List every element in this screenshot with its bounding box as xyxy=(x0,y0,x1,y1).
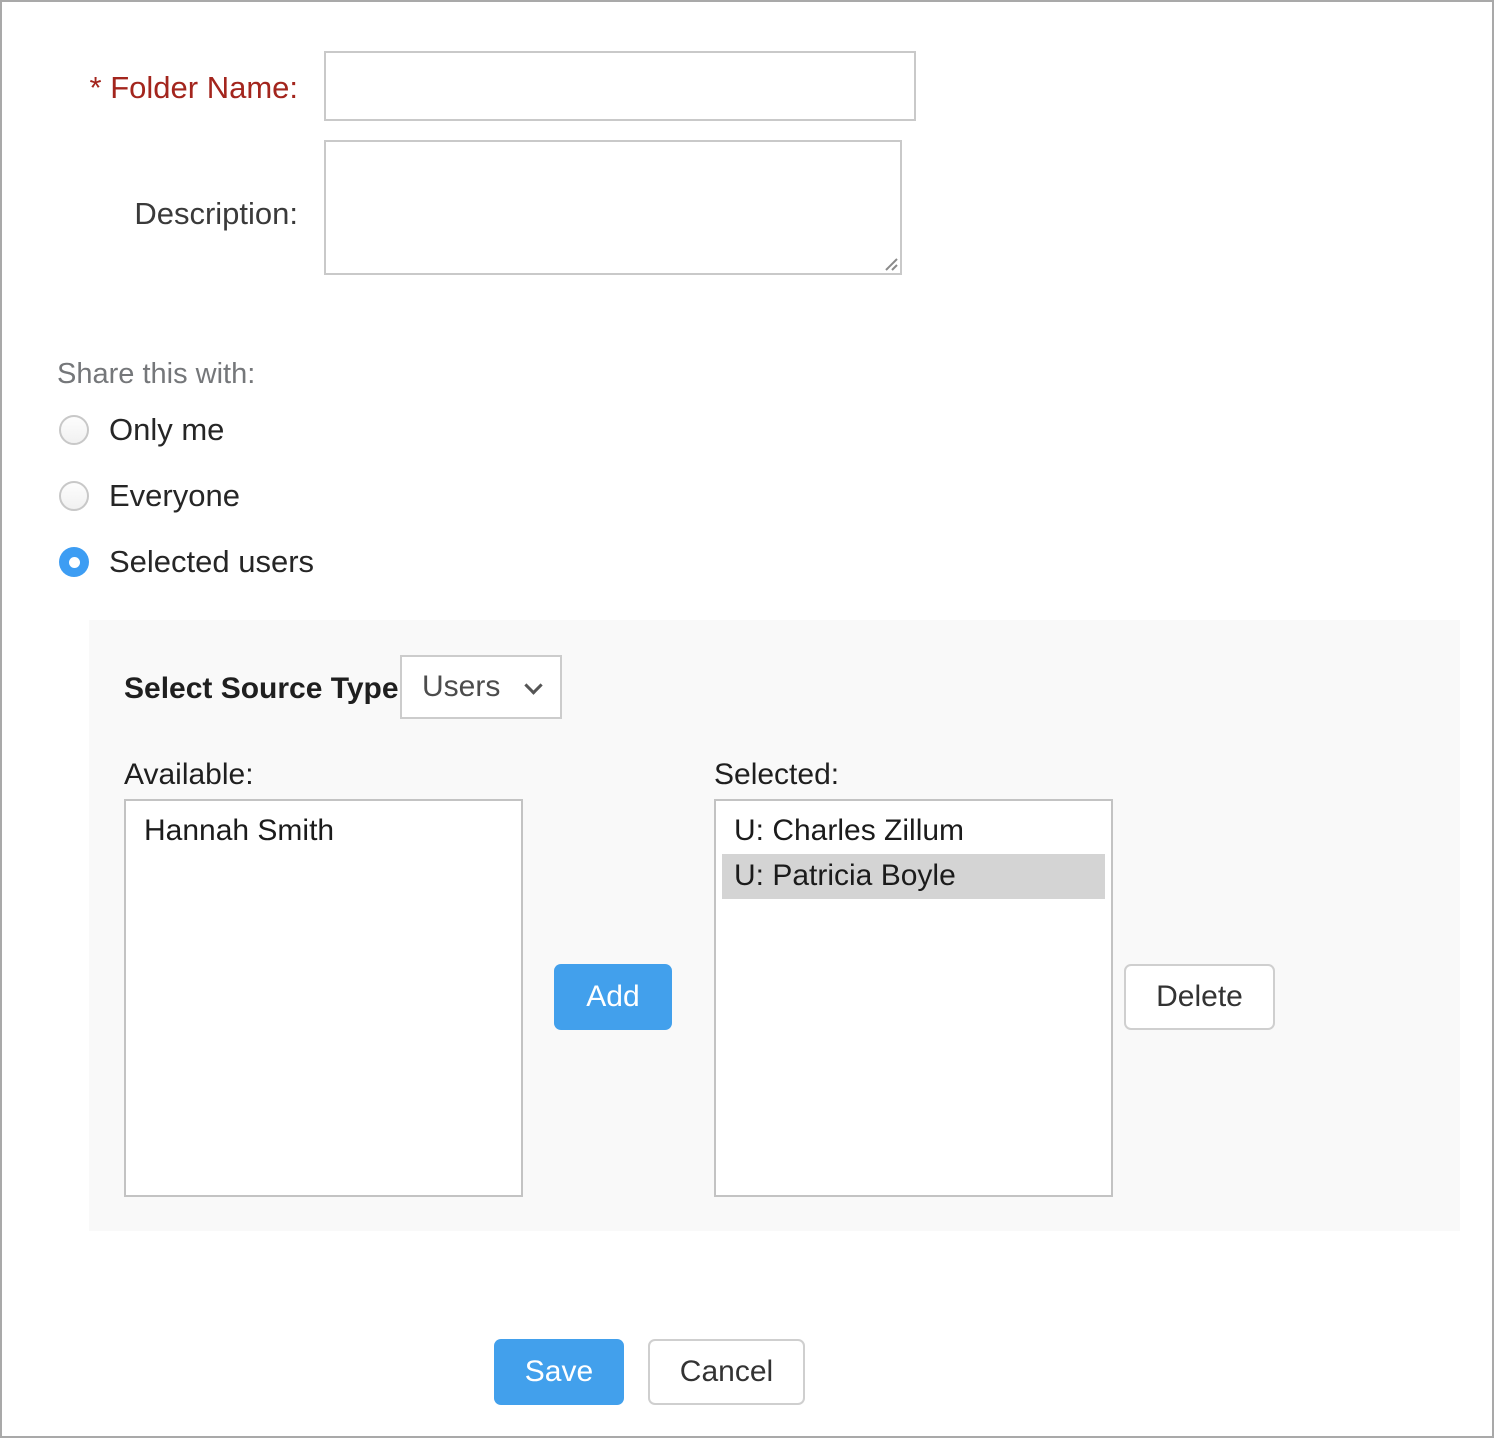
radio-option-only-me[interactable]: Only me xyxy=(59,412,225,447)
description-textarea[interactable] xyxy=(324,140,902,275)
radio-button-checked-icon[interactable] xyxy=(59,547,89,577)
source-type-dropdown[interactable]: Users xyxy=(400,655,562,719)
save-button[interactable]: Save xyxy=(494,1339,624,1405)
cancel-button[interactable]: Cancel xyxy=(648,1339,805,1405)
radio-label: Only me xyxy=(109,412,225,447)
radio-label: Everyone xyxy=(109,478,240,513)
selected-users-panel: Select Source Type: Users Available: Han… xyxy=(89,620,1460,1231)
radio-button-icon[interactable] xyxy=(59,481,89,511)
radio-option-everyone[interactable]: Everyone xyxy=(59,478,240,513)
description-field-wrap xyxy=(324,140,902,275)
list-item[interactable]: Hannah Smith xyxy=(132,809,515,854)
folder-name-label: * Folder Name: xyxy=(89,70,298,105)
folder-name-input[interactable] xyxy=(324,51,916,121)
create-folder-dialog: * Folder Name: Description: Share this w… xyxy=(0,0,1494,1438)
radio-button-icon[interactable] xyxy=(59,415,89,445)
available-users-listbox[interactable]: Hannah Smith xyxy=(124,799,523,1197)
list-item[interactable]: U: Charles Zillum xyxy=(722,809,1105,854)
list-item-highlighted[interactable]: U: Patricia Boyle xyxy=(722,854,1105,899)
radio-label: Selected users xyxy=(109,544,315,579)
available-list-label: Available: xyxy=(124,758,254,791)
add-button[interactable]: Add xyxy=(554,964,672,1030)
chevron-down-icon xyxy=(524,676,543,695)
share-with-heading: Share this with: xyxy=(57,358,256,390)
selected-list-label: Selected: xyxy=(714,758,840,791)
description-label: Description: xyxy=(134,196,298,231)
radio-option-selected-users[interactable]: Selected users xyxy=(59,544,315,579)
source-type-selected-value: Users xyxy=(422,670,501,703)
selected-users-listbox[interactable]: U: Charles Zillum U: Patricia Boyle xyxy=(714,799,1113,1197)
select-source-type-label: Select Source Type: xyxy=(124,672,409,705)
delete-button[interactable]: Delete xyxy=(1124,964,1275,1030)
